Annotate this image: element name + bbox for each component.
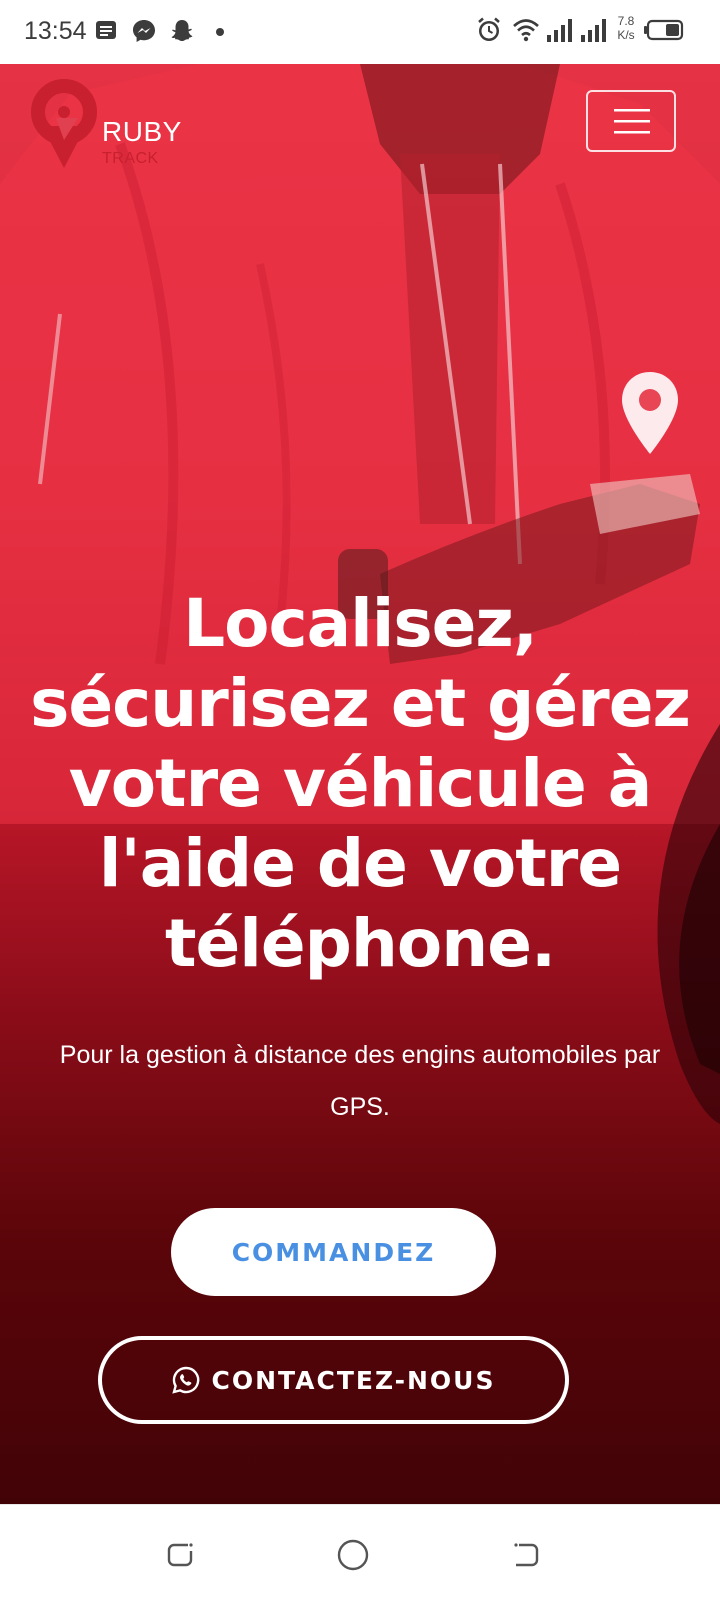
contact-button-label: CONTACTEZ-NOUS [211,1365,496,1395]
signal-icon [547,19,572,42]
network-speed-value: 7.8 [617,14,635,28]
back-button[interactable] [506,1535,546,1575]
signal-icon [581,19,606,42]
hero-headline: Localisez, sécurisez et gérez votre véhi… [30,585,691,982]
dot-icon [216,28,224,36]
wifi-icon [513,19,539,42]
home-icon [337,1539,369,1571]
home-button[interactable] [333,1535,373,1575]
order-button-label: COMMANDEZ [231,1237,436,1267]
menu-button[interactable] [586,90,676,152]
battery-icon [644,19,684,41]
order-button[interactable]: COMMANDEZ [171,1208,496,1296]
status-time: 13:54 [24,17,87,45]
hero-section: RUBY TRACK Localisez, sécurisez et gérez… [0,64,720,1504]
recents-icon [167,1543,193,1567]
notes-icon [96,21,116,39]
snapchat-icon [171,20,193,42]
whatsapp-icon [172,1366,200,1394]
recents-button[interactable] [160,1535,200,1575]
network-speed-unit: K/s [617,28,635,42]
logo-text-track: TRACK [102,150,159,167]
status-bar: 13:54 7.8 K/s [0,0,720,64]
brand-logo[interactable]: RUBY TRACK [30,78,200,178]
logo-mark [31,79,97,168]
location-pin-icon [622,372,678,454]
logo-text-ruby: RUBY [102,116,182,147]
hero-subtitle: Pour la gestion à distance des engins au… [59,1041,661,1121]
system-nav-bar [0,1504,720,1600]
network-speed: 7.8 K/s [612,14,640,42]
messenger-icon [133,20,155,42]
hamburger-icon [614,109,650,134]
back-icon [514,1543,539,1567]
alarm-icon [478,17,500,41]
contact-button[interactable]: CONTACTEZ-NOUS [98,1336,569,1424]
